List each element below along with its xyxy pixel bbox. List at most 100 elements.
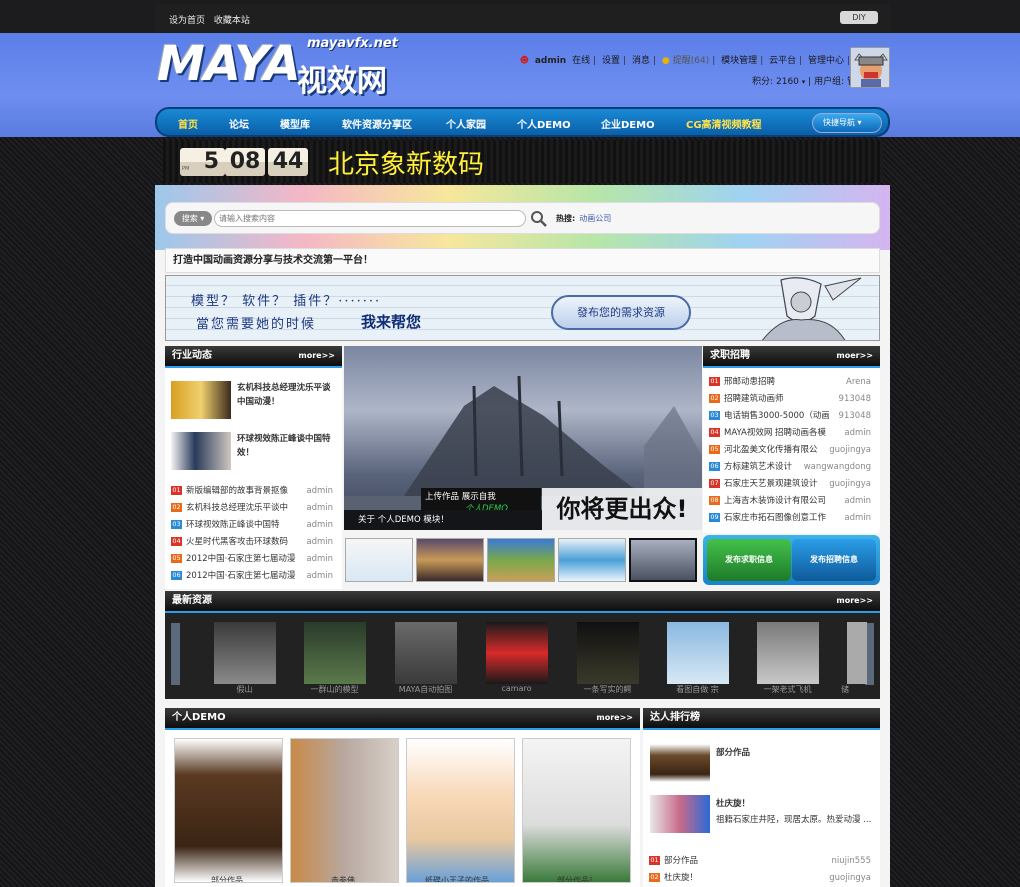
help-banner[interactable]: 模型？ 软件？ 插件？······· 當您需要她的时候 我来帮您 發布您的需求资… [165,275,880,341]
demo-item[interactable]: 赤拳佛 [290,738,399,883]
nav-company-demo[interactable]: 企业DEMO [601,116,655,131]
demo-more-link[interactable]: more>> [596,708,633,728]
post-hire-button[interactable]: 发布招聘信息 [792,539,876,581]
rank-badge: 02 [171,503,182,512]
industry-more-link[interactable]: more>> [298,346,335,366]
list-item[interactable]: 03 电话销售3000-5000（动画 913048 [709,408,875,425]
resource-label[interactable]: MAYA自动拍图 [388,684,463,695]
list-item[interactable]: 06 2012中国·石家庄第七届动漫 admin [171,568,337,585]
nav-personal-demo[interactable]: 个人DEMO [517,116,571,131]
news-author: admin [306,571,333,581]
demo-item[interactable]: 部分作品 [174,738,283,883]
list-item[interactable]: 01 邢邮动患招聘 Arena [709,374,875,391]
nav-software[interactable]: 软件资源分享区 [342,116,412,131]
nav-home-space[interactable]: 个人家园 [446,116,486,131]
feature-text-1[interactable]: 玄机科技总经理沈乐平谈中国动漫！ [237,381,337,409]
ad-banner[interactable]: 5 PM 08 44 北京象新数码 [163,140,883,183]
resource-thumb[interactable] [577,622,639,684]
job-author: wangwangdong [803,462,871,472]
reminders-link[interactable]: 提醒(64) [673,56,709,66]
slide-thumb-3[interactable] [487,538,555,582]
nav-forum[interactable]: 论坛 [229,116,249,131]
points-link[interactable]: 积分: 2160 [752,77,799,87]
feature-text-2[interactable]: 环球视效陈正峰谈中国特效！ [237,432,337,460]
diy-button[interactable]: DIY [840,11,878,24]
quick-nav-button[interactable]: 快捷导航 ▾ [812,113,882,133]
slideshow-caption[interactable]: 关于 个人DEMO 模块！ [344,510,542,530]
rank-feature-title-1[interactable]: 部分作品 [716,746,750,758]
demo-item[interactable]: 纸碟小王子的作品 [406,738,515,883]
list-item[interactable]: 01 部分作品 niujin555 [649,853,875,870]
demo-item[interactable]: 部分作品！ [522,738,631,883]
feature-thumb-2[interactable] [171,432,231,470]
messages-link[interactable]: 消息 [632,56,650,66]
resource-label[interactable]: 假山 [207,684,282,695]
feature-thumb-1[interactable] [171,381,231,419]
nav-home[interactable]: 首页 [178,116,198,131]
resource-label[interactable]: camaro [479,684,554,693]
cloud-link[interactable]: 云平台 [769,56,796,66]
demo-header: 个人DEMO more>> [165,708,640,730]
resource-thumb[interactable] [304,622,366,684]
search-icon[interactable] [530,210,548,228]
jobs-more-link[interactable]: moer>> [836,346,873,366]
list-item[interactable]: 09 石家庄市拓石图像创意工作 admin [709,510,875,527]
rank-thumb-1[interactable] [650,744,710,782]
list-item[interactable]: 02 玄机科技总经理沈乐平谈中 admin [171,500,337,517]
resource-label[interactable]: 一架老式飞机 [750,684,825,695]
list-item[interactable]: 04 火星时代黑客攻击环球数码 admin [171,534,337,551]
list-item[interactable]: 05 河北盈美文化传播有限公 guojingya [709,442,875,459]
list-item[interactable]: 01 新版编辑部的故事背景抠像 admin [171,483,337,500]
jobs-header: 求职招聘 moer>> [703,346,880,368]
resource-label[interactable]: 储 [835,684,855,695]
resource-thumb[interactable] [757,622,819,684]
resource-label[interactable]: 一群山的模型 [297,684,372,695]
rank-header: 达人排行榜 [643,708,880,730]
list-item[interactable]: 05 2012中国·石家庄第七届动漫 admin [171,551,337,568]
list-item[interactable]: 08 上海吉木装饰设计有限公司 admin [709,493,875,510]
list-item[interactable]: 06 方标建筑艺术设计 wangwangdong [709,459,875,476]
resource-thumb[interactable] [214,622,276,684]
list-item[interactable]: 02 杜庆旋！ guojingya [649,870,875,887]
rank-badge: 01 [171,486,182,495]
resource-thumb[interactable] [847,622,867,684]
module-admin-link[interactable]: 模块管理 [721,56,757,66]
list-item[interactable]: 03 环球视效陈正峰谈中国特 admin [171,517,337,534]
rank-feature-title-2[interactable]: 杜庆旋！ [716,797,750,809]
industry-panel: 行业动态 more>> 玄机科技总经理沈乐平谈中国动漫！ 环球视效陈正峰谈中国特效… [165,346,342,589]
hot-search-item[interactable]: 动画公司 [579,214,611,223]
scroll-left-button[interactable] [171,623,180,685]
slide-thumb-4[interactable] [558,538,626,582]
rank-badge: 06 [171,571,182,580]
username-link[interactable]: admin [535,56,566,66]
settings-link[interactable]: 设置 [602,56,620,66]
avatar[interactable] [850,47,890,88]
set-home-link[interactable]: 设为首页 [169,16,205,26]
search-scope-select[interactable]: 搜索 ▾ [174,211,212,226]
slide-thumb-2[interactable] [416,538,484,582]
nav-models[interactable]: 模型库 [280,116,310,131]
job-author: guojingya [829,479,871,489]
upload-banner[interactable]: 上传作品 展示自我 个人DEMO [421,488,541,514]
slide-thumb-1[interactable] [345,538,413,582]
list-item[interactable]: 07 石家庄天艺景观建筑设计 guojingya [709,476,875,493]
latest-more-link[interactable]: more>> [836,591,873,611]
post-seek-button[interactable]: 发布求职信息 [707,539,791,581]
bookmark-link[interactable]: 收藏本站 [214,16,250,26]
banner-request-button[interactable]: 發布您的需求资源 [551,295,691,330]
search-input[interactable] [214,210,526,227]
resource-label[interactable]: 看图自做 宗 [660,684,735,695]
list-item[interactable]: 04 MAYA视效网 招聘动画各模 admin [709,425,875,442]
site-logo[interactable]: MAYA mayavfx.net 视效网 [157,36,412,106]
resource-label[interactable]: 一条写实的鳄 [570,684,645,695]
resource-thumb[interactable] [395,622,457,684]
rank-thumb-2[interactable] [650,795,710,833]
resource-thumb[interactable] [486,622,548,684]
job-author: 913048 [838,394,871,404]
news-author: admin [306,554,333,564]
resource-thumb[interactable] [667,622,729,684]
list-item[interactable]: 02 招聘建筑动画师 913048 [709,391,875,408]
slide-thumb-5[interactable] [629,538,697,582]
admin-center-link[interactable]: 管理中心 [808,56,844,66]
nav-cg-video[interactable]: CG高清视频教程 [686,116,762,131]
